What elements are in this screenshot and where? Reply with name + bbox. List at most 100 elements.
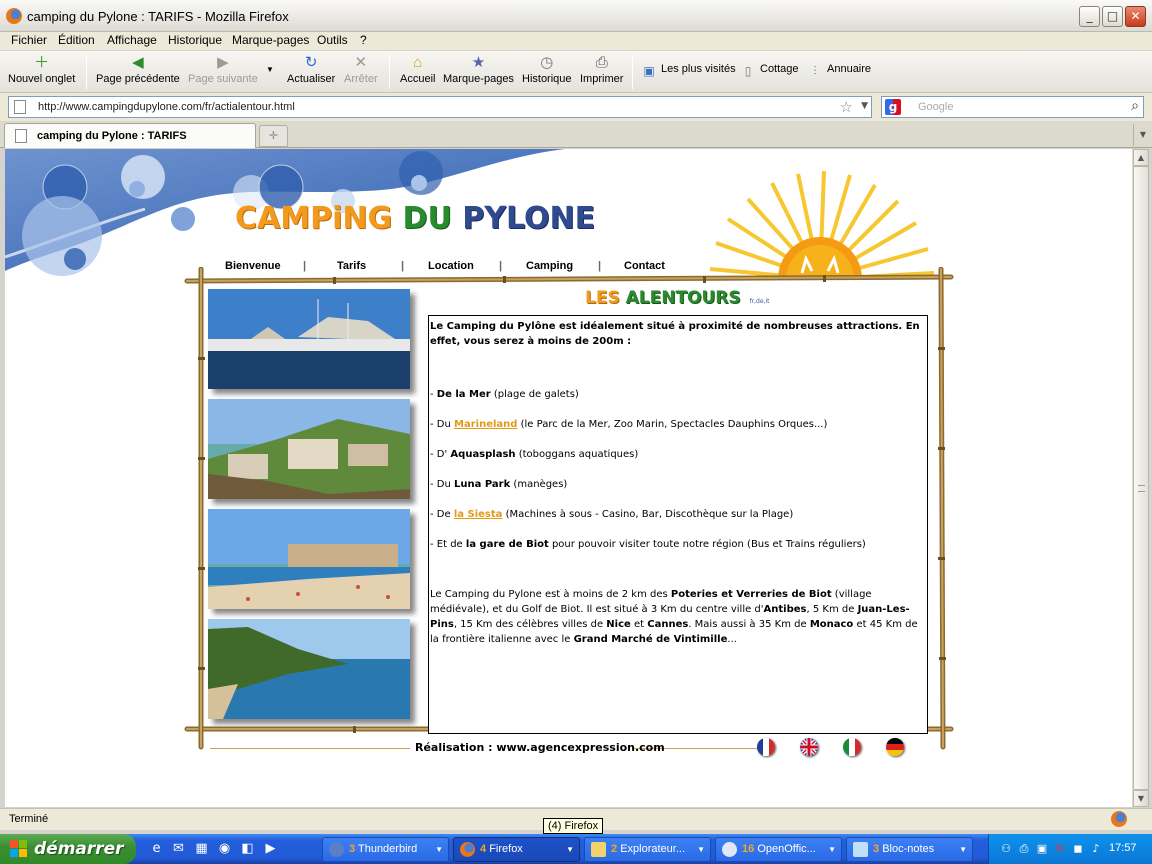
photo-village	[208, 399, 410, 499]
footer-rule	[210, 748, 410, 749]
media-player-icon[interactable]: ▶	[262, 840, 279, 857]
notepad-icon	[853, 842, 868, 857]
photo-beach	[208, 509, 410, 609]
new-tab-plus-button[interactable]: ✛	[259, 125, 288, 147]
section-title-les-alentours: LES ALENTOURS fr,de,it	[585, 288, 770, 308]
folder-icon: ▣	[643, 64, 655, 78]
reload-button[interactable]: ↻ Actualiser	[287, 54, 335, 85]
ie-icon[interactable]: e	[148, 840, 165, 857]
chevron-down-icon: ▼	[566, 845, 574, 854]
la-siesta-link[interactable]: la Siesta	[454, 509, 503, 520]
bookmarks-button[interactable]: ★ Marque-pages	[443, 54, 514, 85]
page-icon	[15, 129, 27, 143]
start-button[interactable]: démarrer	[0, 834, 136, 864]
chevron-down-icon: ▼	[959, 845, 967, 854]
url-input[interactable]: http://www.campingdupylone.com/fr/actial…	[8, 96, 872, 118]
flag-it-icon[interactable]	[843, 738, 861, 756]
scroll-thumb[interactable]	[1133, 166, 1149, 790]
app-tray-icon[interactable]: ◼	[1071, 842, 1085, 856]
firefox-quicklaunch-icon[interactable]: ◉	[216, 840, 233, 857]
attractions-text-box: Le Camping du Pylône est idéalement situ…	[428, 315, 928, 734]
forward-button[interactable]: ▶ Page suivante	[188, 54, 258, 85]
printer-icon: ⎙	[595, 54, 608, 71]
url-history-dropdown[interactable]: ▼	[861, 101, 868, 111]
intro-paragraph: Le Camping du Pylône est idéalement situ…	[430, 321, 920, 347]
site-logo[interactable]: CAMPiNG DU PYLONE	[235, 201, 595, 236]
bookmark-les-plus-visites[interactable]: ▣ Les plus visités	[642, 63, 735, 79]
location-paragraph: Le Camping du Pylone est à moins de 2 km…	[430, 589, 918, 645]
task-bloc-notes[interactable]: 3 Bloc-notes ▼	[846, 837, 973, 862]
search-placeholder: Google	[918, 101, 954, 113]
forward-dropdown[interactable]: ▼	[266, 63, 274, 75]
flag-fr-icon[interactable]	[757, 738, 775, 756]
url-text: http://www.campingdupylone.com/fr/actial…	[38, 101, 295, 113]
printer-tray-icon[interactable]: ⎙	[1017, 842, 1031, 856]
vertical-scrollbar[interactable]: ▲ ▼	[1132, 149, 1149, 807]
menu-bar: Fichier Édition Affichage Historique Mar…	[0, 32, 1152, 50]
outlook-icon[interactable]: ✉	[170, 840, 187, 857]
desktop-icon[interactable]: ▦	[193, 840, 210, 857]
close-button[interactable]: ✕	[1125, 6, 1146, 27]
web-page-content: CAMPiNG DU PYLONE Bienvenue | Tarifs | L…	[5, 149, 1132, 807]
new-tab-button[interactable]: ＋ Nouvel onglet	[8, 54, 75, 85]
toolbar-separator	[389, 55, 390, 89]
firefox-status-icon[interactable]	[1111, 811, 1127, 827]
list-item: - Et de la gare de Biot pour pouvoir vis…	[430, 539, 866, 550]
list-item: - Du Marineland (le Parc de la Mer, Zoo …	[430, 419, 828, 430]
menu-affichage[interactable]: Affichage	[107, 33, 157, 47]
menu-edition[interactable]: Édition	[58, 33, 95, 47]
task-firefox[interactable]: 4 Firefox ▼	[453, 837, 580, 862]
menu-historique[interactable]: Historique	[168, 33, 222, 47]
task-openoffice[interactable]: 16 OpenOffic... ▼	[715, 837, 842, 862]
scroll-up-arrow[interactable]: ▲	[1133, 149, 1149, 166]
maximize-button[interactable]: □	[1102, 6, 1123, 27]
tab-list-button[interactable]: ▼	[1133, 124, 1152, 146]
windows-logo-icon	[10, 840, 27, 857]
search-icon[interactable]: ⌕	[1131, 98, 1139, 114]
volume-icon[interactable]: ♪	[1089, 842, 1103, 856]
scroll-down-arrow[interactable]: ▼	[1133, 790, 1149, 807]
navigation-toolbar: ＋ Nouvel onglet ◀ Page précédente ▶ Page…	[0, 51, 1152, 93]
task-explorateur[interactable]: 2 Explorateur... ▼	[584, 837, 711, 862]
back-arrow-icon: ◀	[132, 54, 144, 71]
new-tab-icon: ＋	[34, 54, 50, 71]
back-button[interactable]: ◀ Page précédente	[96, 54, 180, 85]
chevron-down-icon: ▼	[435, 845, 443, 854]
list-item: - Du Luna Park (manèges)	[430, 479, 568, 490]
firefox-icon	[460, 842, 475, 857]
app-icon[interactable]: ◧	[239, 840, 256, 857]
flag-de-icon[interactable]	[886, 738, 904, 756]
menu-fichier[interactable]: Fichier	[11, 33, 47, 47]
footer-credit[interactable]: Réalisation : www.agencexpression.com	[415, 741, 665, 754]
list-item: - De la Siesta (Machines à sous - Casino…	[430, 509, 794, 520]
bookmark-cottage[interactable]: ▯ Cottage	[741, 63, 799, 79]
stop-button[interactable]: ✕ Arrêter	[344, 54, 378, 85]
menu-outils[interactable]: Outils	[317, 33, 348, 47]
chevron-down-icon: ▼	[266, 65, 274, 74]
system-tray: ⚇ ⎙ ▣ K ◼ ♪ 17:57	[988, 834, 1152, 864]
bookmark-annuaire[interactable]: ⫶ Annuaire	[808, 63, 871, 79]
google-icon[interactable]: g	[885, 99, 901, 115]
windows-taskbar: démarrer e ✉ ▦ ◉ ◧ ▶ 3 Thunderbird ▼ 4 F…	[0, 834, 1152, 864]
print-button[interactable]: ⎙ Imprimer	[580, 54, 623, 85]
home-button[interactable]: ⌂ Accueil	[400, 54, 435, 85]
list-item: - De la Mer (plage de galets)	[430, 389, 579, 400]
history-button[interactable]: ◷ Historique	[522, 54, 572, 85]
tab-camping-tarifs[interactable]: camping du Pylone : TARIFS	[4, 123, 256, 148]
annuaire-icon: ⫶	[813, 64, 817, 78]
chevron-down-icon: ▼	[828, 845, 836, 854]
flag-en-icon[interactable]	[800, 738, 818, 756]
minimize-button[interactable]: _	[1079, 6, 1100, 27]
status-text: Terminé	[9, 813, 49, 825]
openoffice-icon	[722, 842, 737, 857]
marineland-link[interactable]: Marineland	[454, 419, 517, 430]
antivirus-icon[interactable]: K	[1053, 842, 1067, 856]
network-icon[interactable]: ⚇	[999, 842, 1013, 856]
display-icon[interactable]: ▣	[1035, 842, 1049, 856]
menu-help[interactable]: ?	[360, 33, 367, 47]
star-bookmark-icon[interactable]: ☆	[840, 98, 853, 116]
task-thunderbird[interactable]: 3 Thunderbird ▼	[322, 837, 449, 862]
menu-marque-pages[interactable]: Marque-pages	[232, 33, 309, 47]
forward-arrow-icon: ▶	[217, 54, 229, 71]
search-input[interactable]: g Google ⌕	[881, 96, 1144, 118]
